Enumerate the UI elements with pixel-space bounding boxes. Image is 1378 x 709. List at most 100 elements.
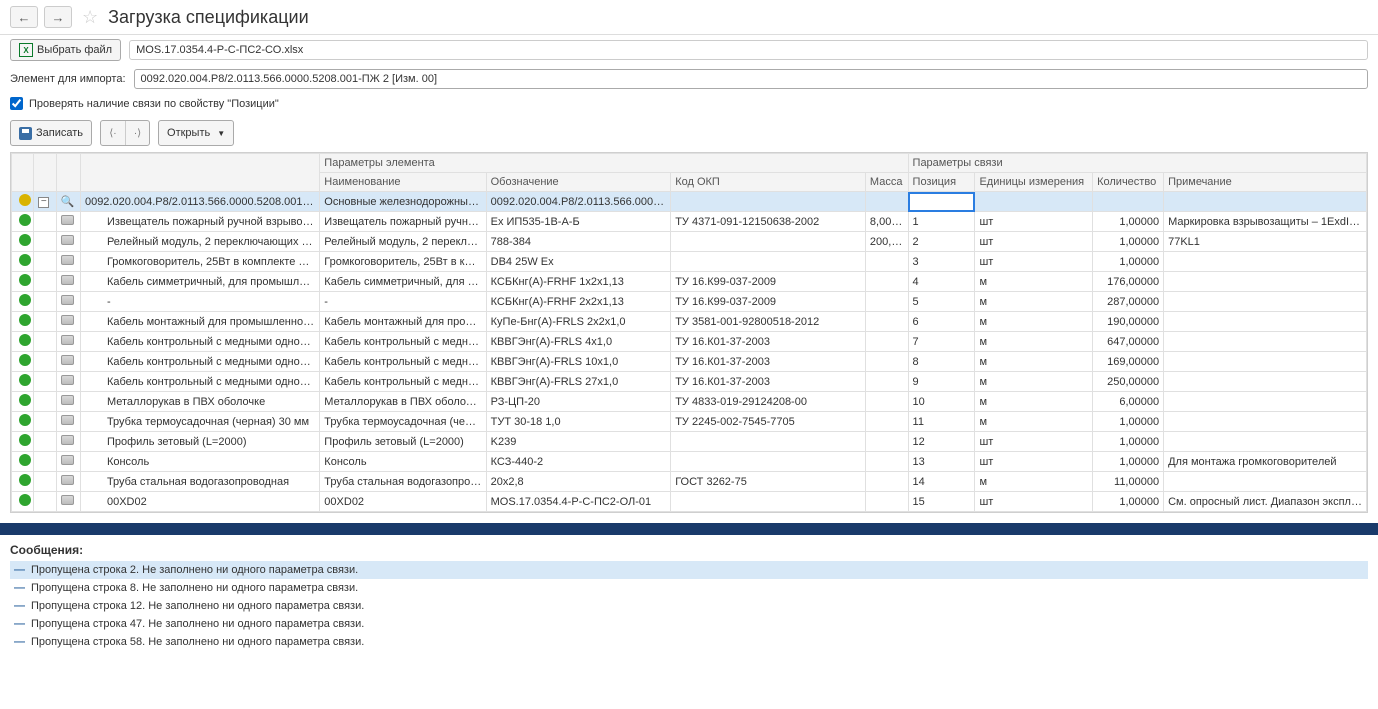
note-cell[interactable]: 77KL1 — [1164, 232, 1367, 252]
expand-button[interactable]: ·⟩ — [125, 121, 149, 145]
okp-cell[interactable] — [671, 452, 866, 472]
okp-cell[interactable]: ТУ 16.К01-37-2003 — [671, 332, 866, 352]
table-row[interactable]: Извещатель пожарный ручной взрыво…Извеща… — [12, 212, 1367, 232]
col-name-header[interactable]: Наименование — [320, 173, 486, 192]
okp-cell[interactable]: ТУ 4833-019-29124208-00 — [671, 392, 866, 412]
tree-cell[interactable]: Кабель монтажный для промышленно… — [80, 312, 319, 332]
unit-cell[interactable]: м — [975, 292, 1093, 312]
table-row[interactable]: Металлорукав в ПВХ оболочкеМеталлорукав … — [12, 392, 1367, 412]
mass-cell[interactable] — [865, 392, 908, 412]
name-cell[interactable]: Релейный модуль, 2 переклю… — [320, 232, 486, 252]
qty-cell[interactable]: 1,00000 — [1093, 212, 1164, 232]
qty-cell[interactable]: 11,00000 — [1093, 472, 1164, 492]
okp-cell[interactable]: ТУ 4371-091-12150638-2002 — [671, 212, 866, 232]
oboz-cell[interactable]: DB4 25W Ex — [486, 252, 671, 272]
pos-cell[interactable]: 14 — [908, 472, 975, 492]
oboz-cell[interactable]: ТУТ 30-18 1,0 — [486, 412, 671, 432]
qty-cell[interactable]: 647,00000 — [1093, 332, 1164, 352]
okp-cell[interactable]: ТУ 16.К99-037-2009 — [671, 292, 866, 312]
unit-cell[interactable]: шт — [975, 252, 1093, 272]
unit-cell[interactable]: м — [975, 272, 1093, 292]
collapse-icon[interactable]: − — [38, 197, 49, 208]
table-row[interactable]: Громкоговоритель, 25Вт в комплекте …Гром… — [12, 252, 1367, 272]
oboz-cell[interactable]: 0092.020.004.Р8/2.0113.566.0000… — [486, 192, 671, 212]
col-status-header[interactable] — [12, 154, 34, 192]
col-unit-header[interactable]: Единицы измерения — [975, 173, 1093, 192]
oboz-cell[interactable]: КВВГЭнг(А)-FRLS 27x1,0 — [486, 372, 671, 392]
oboz-cell[interactable]: КСЗ-440-2 — [486, 452, 671, 472]
oboz-cell[interactable]: КВВГЭнг(А)-FRLS 4x1,0 — [486, 332, 671, 352]
tree-cell[interactable]: Профиль зетовый (L=2000) — [80, 432, 319, 452]
table-row[interactable]: Труба стальная водогазопроводнаяТруба ст… — [12, 472, 1367, 492]
name-cell[interactable]: Извещатель пожарный ручно… — [320, 212, 486, 232]
name-cell[interactable]: Кабель контрольный с медны… — [320, 352, 486, 372]
expand-cell[interactable]: − — [34, 192, 56, 212]
table-row[interactable]: Кабель монтажный для промышленно…Кабель … — [12, 312, 1367, 332]
okp-cell[interactable]: ТУ 16.К01-37-2003 — [671, 352, 866, 372]
mass-cell[interactable] — [865, 252, 908, 272]
mass-cell[interactable] — [865, 272, 908, 292]
table-row[interactable]: Релейный модуль, 2 переключающих к…Релей… — [12, 232, 1367, 252]
mass-cell[interactable] — [865, 412, 908, 432]
name-cell[interactable]: Кабель контрольный с медны… — [320, 372, 486, 392]
oboz-cell[interactable]: КСБКнг(А)-FRHF 1x2x1,13 — [486, 272, 671, 292]
name-cell[interactable]: Труба стальная водогазопров… — [320, 472, 486, 492]
qty-cell[interactable]: 1,00000 — [1093, 452, 1164, 472]
name-cell[interactable]: Кабель симметричный, для п… — [320, 272, 486, 292]
tree-cell[interactable]: - — [80, 292, 319, 312]
note-cell[interactable] — [1164, 472, 1367, 492]
mass-cell[interactable] — [865, 192, 908, 212]
unit-cell[interactable] — [975, 192, 1093, 212]
message-item[interactable]: —Пропущена строка 12. Не заполнено ни од… — [10, 597, 1368, 615]
qty-cell[interactable]: 1,00000 — [1093, 492, 1164, 512]
note-cell[interactable] — [1164, 252, 1367, 272]
tree-cell[interactable]: 00XD02 — [80, 492, 319, 512]
unit-cell[interactable]: шт — [975, 432, 1093, 452]
note-cell[interactable]: См. опросный лист. Диапазон эксплуатаци… — [1164, 492, 1367, 512]
mass-cell[interactable]: 200,0… — [865, 232, 908, 252]
message-item[interactable]: —Пропущена строка 2. Не заполнено ни одн… — [10, 561, 1368, 579]
pos-cell[interactable]: 8 — [908, 352, 975, 372]
mass-cell[interactable] — [865, 332, 908, 352]
note-cell[interactable] — [1164, 412, 1367, 432]
pos-cell[interactable]: 3 — [908, 252, 975, 272]
oboz-cell[interactable]: 20x2,8 — [486, 472, 671, 492]
unit-cell[interactable]: м — [975, 392, 1093, 412]
tree-cell[interactable]: Релейный модуль, 2 переключающих к… — [80, 232, 319, 252]
col-qty-header[interactable]: Количество — [1093, 173, 1164, 192]
favorite-star-icon[interactable]: ☆ — [82, 7, 98, 28]
table-row[interactable]: Кабель контрольный с медными одноп…Кабел… — [12, 372, 1367, 392]
select-file-button[interactable]: X Выбрать файл — [10, 39, 121, 61]
unit-cell[interactable]: м — [975, 352, 1093, 372]
note-cell[interactable] — [1164, 372, 1367, 392]
col-oboz-header[interactable]: Обозначение — [486, 173, 671, 192]
pos-cell[interactable] — [908, 192, 975, 212]
unit-cell[interactable]: шт — [975, 232, 1093, 252]
qty-cell[interactable] — [1093, 192, 1164, 212]
name-cell[interactable]: Громкоговоритель, 25Вт в ко… — [320, 252, 486, 272]
okp-cell[interactable] — [671, 192, 866, 212]
table-row-root[interactable]: −🔍0092.020.004.Р8/2.0113.566.0000.5208.0… — [12, 192, 1367, 212]
oboz-cell[interactable]: КСБКнг(А)-FRHF 2x2x1,13 — [486, 292, 671, 312]
oboz-cell[interactable]: КВВГЭнг(А)-FRLS 10x1,0 — [486, 352, 671, 372]
unit-cell[interactable]: м — [975, 332, 1093, 352]
tree-cell[interactable]: Кабель симметричный, для промышле… — [80, 272, 319, 292]
name-cell[interactable]: Кабель контрольный с медны… — [320, 332, 486, 352]
okp-cell[interactable]: ТУ 3581-001-92800518-2012 — [671, 312, 866, 332]
name-cell[interactable]: Трубка термоусадочная (черн… — [320, 412, 486, 432]
tree-cell[interactable]: 0092.020.004.Р8/2.0113.566.0000.5208.001… — [80, 192, 319, 212]
nav-back-button[interactable]: ← — [10, 6, 38, 28]
check-positions-checkbox[interactable] — [10, 97, 23, 110]
table-row[interactable]: Кабель симметричный, для промышле…Кабель… — [12, 272, 1367, 292]
name-cell[interactable]: - — [320, 292, 486, 312]
save-button[interactable]: Записать — [10, 120, 92, 146]
tree-cell[interactable]: Кабель контрольный с медными одноп… — [80, 372, 319, 392]
pos-cell[interactable]: 1 — [908, 212, 975, 232]
mass-cell[interactable] — [865, 452, 908, 472]
qty-cell[interactable]: 287,00000 — [1093, 292, 1164, 312]
note-cell[interactable] — [1164, 272, 1367, 292]
qty-cell[interactable]: 176,00000 — [1093, 272, 1164, 292]
okp-cell[interactable] — [671, 432, 866, 452]
okp-cell[interactable]: ТУ 16.К99-037-2009 — [671, 272, 866, 292]
name-cell[interactable]: Профиль зетовый (L=2000) — [320, 432, 486, 452]
